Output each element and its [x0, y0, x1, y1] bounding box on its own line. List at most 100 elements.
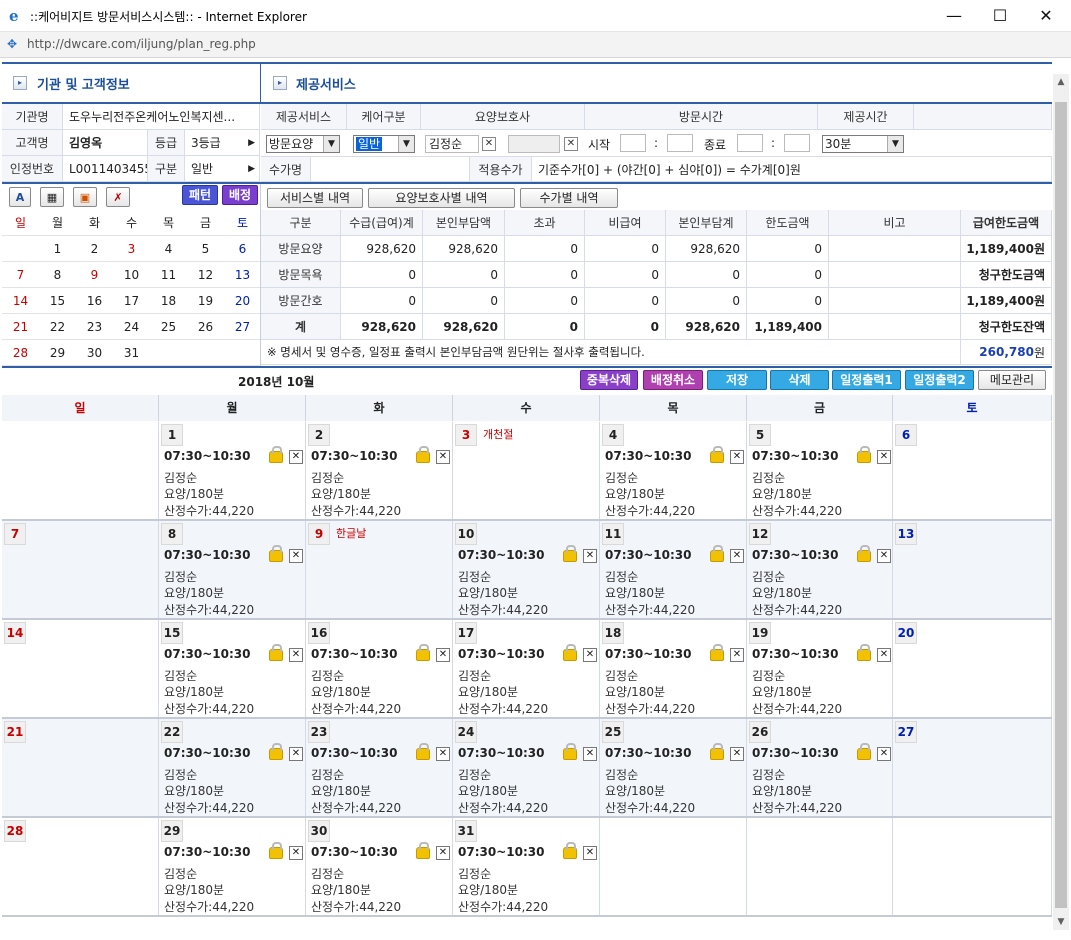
mini-day-cell[interactable]: 14: [2, 288, 39, 314]
schedule-time[interactable]: 07:30~10:30: [311, 449, 397, 463]
calendar-day-cell[interactable]: 10 07:30~10:30 ✕ 김정순 요양/180분 산정수가:44,220: [453, 521, 600, 618]
lock-icon[interactable]: [416, 743, 430, 760]
close-button[interactable]: ✕: [1023, 0, 1069, 32]
pattern-button[interactable]: 패턴: [182, 185, 218, 205]
lock-icon[interactable]: [416, 446, 430, 463]
delete-entry-icon[interactable]: ✕: [289, 648, 303, 662]
calendar-day-cell[interactable]: 19 07:30~10:30 ✕ 김정순 요양/180분 산정수가:44,220: [747, 620, 893, 717]
schedule-time[interactable]: 07:30~10:30: [605, 449, 691, 463]
lock-icon[interactable]: [857, 743, 871, 760]
delete-entry-icon[interactable]: ✕: [289, 846, 303, 860]
calendar-day-cell[interactable]: 30 07:30~10:30 ✕ 김정순 요양/180분 산정수가:44,220: [306, 818, 453, 915]
calendar-day-cell[interactable]: 18 07:30~10:30 ✕ 김정순 요양/180분 산정수가:44,220: [600, 620, 747, 717]
delete-entry-icon[interactable]: ✕: [730, 747, 744, 761]
calendar-day-cell[interactable]: 31 07:30~10:30 ✕ 김정순 요양/180분 산정수가:44,220: [453, 818, 600, 915]
mini-day-cell[interactable]: 21: [2, 314, 39, 340]
schedule-time[interactable]: 07:30~10:30: [311, 845, 397, 859]
calendar-day-cell[interactable]: 12 07:30~10:30 ✕ 김정순 요양/180분 산정수가:44,220: [747, 521, 893, 618]
delete-entry-icon[interactable]: ✕: [730, 648, 744, 662]
schedule-time[interactable]: 07:30~10:30: [311, 746, 397, 760]
calendar-day-cell[interactable]: 5 07:30~10:30 ✕ 김정순 요양/180분 산정수가:44,220: [747, 422, 893, 519]
address-bar[interactable]: ✥ http://dwcare.com/iljung/plan_reg.php: [0, 32, 1071, 58]
tab-caregiver-detail[interactable]: 요양보호사별 내역: [368, 188, 515, 208]
mini-day-cell[interactable]: 27: [224, 314, 261, 340]
delete-entry-icon[interactable]: ✕: [583, 846, 597, 860]
calendar-day-cell[interactable]: 28: [2, 818, 159, 915]
type-value[interactable]: 일반 ▶: [185, 156, 260, 182]
lock-icon[interactable]: [563, 644, 577, 661]
schedule-time[interactable]: 07:30~10:30: [752, 746, 838, 760]
delete-entry-icon[interactable]: ✕: [289, 747, 303, 761]
grade-value[interactable]: 3등급 ▶: [185, 130, 260, 156]
mini-day-cell[interactable]: 8: [39, 262, 76, 288]
scroll-down-icon[interactable]: ▼: [1053, 914, 1069, 930]
provide-time-select[interactable]: 30분 ▼: [822, 135, 904, 153]
care-select[interactable]: 일반 ▼: [353, 135, 415, 153]
lock-icon[interactable]: [857, 545, 871, 562]
lock-icon[interactable]: [710, 446, 724, 463]
schedule-time[interactable]: 07:30~10:30: [752, 548, 838, 562]
calendar-day-cell[interactable]: 16 07:30~10:30 ✕ 김정순 요양/180분 산정수가:44,220: [306, 620, 453, 717]
calendar-day-cell[interactable]: 9 한글날: [306, 521, 453, 618]
mini-day-cell[interactable]: 10: [113, 262, 150, 288]
calendar-day-cell[interactable]: 27: [893, 719, 1052, 816]
maximize-button[interactable]: ☐: [977, 0, 1023, 32]
mini-day-cell[interactable]: 13: [224, 262, 261, 288]
tab-fee-detail[interactable]: 수가별 내역: [520, 188, 618, 208]
mini-day-cell[interactable]: 18: [150, 288, 187, 314]
schedule-time[interactable]: 07:30~10:30: [458, 845, 544, 859]
schedule-time[interactable]: 07:30~10:30: [164, 845, 250, 859]
lock-icon[interactable]: [416, 644, 430, 661]
lock-icon[interactable]: [416, 842, 430, 859]
mini-day-cell[interactable]: 28: [2, 340, 39, 366]
url-text[interactable]: http://dwcare.com/iljung/plan_reg.php: [27, 37, 256, 51]
clear-caregiver-icon[interactable]: ✕: [482, 137, 496, 151]
mini-day-cell[interactable]: 19: [187, 288, 224, 314]
mini-day-cell[interactable]: 29: [39, 340, 76, 366]
mini-day-cell[interactable]: 23: [76, 314, 113, 340]
calendar-day-cell[interactable]: 8 07:30~10:30 ✕ 김정순 요양/180분 산정수가:44,220: [159, 521, 306, 618]
lock-icon[interactable]: [563, 842, 577, 859]
calendar-day-cell[interactable]: 4 07:30~10:30 ✕ 김정순 요양/180분 산정수가:44,220: [600, 422, 747, 519]
schedule-time[interactable]: 07:30~10:30: [164, 647, 250, 661]
scroll-thumb[interactable]: [1055, 102, 1067, 908]
lock-icon[interactable]: [269, 842, 283, 859]
calendar-day-cell[interactable]: 2 07:30~10:30 ✕ 김정순 요양/180분 산정수가:44,220: [306, 422, 453, 519]
delete-entry-icon[interactable]: ✕: [877, 648, 891, 662]
mini-day-cell[interactable]: 11: [150, 262, 187, 288]
delete-entry-icon[interactable]: ✕: [730, 549, 744, 563]
calendar-day-cell[interactable]: 6: [893, 422, 1052, 519]
cancel-assign-button[interactable]: 배정취소: [643, 370, 703, 390]
schedule-time[interactable]: 07:30~10:30: [311, 647, 397, 661]
mini-day-cell[interactable]: 7: [2, 262, 39, 288]
schedule-time[interactable]: 07:30~10:30: [458, 548, 544, 562]
memo-button[interactable]: 메모관리: [978, 370, 1046, 390]
lock-icon[interactable]: [563, 545, 577, 562]
schedule-time[interactable]: 07:30~10:30: [458, 647, 544, 661]
mini-day-cell[interactable]: 5: [187, 236, 224, 262]
calendar-day-cell[interactable]: 3 개천절: [453, 422, 600, 519]
vertical-scrollbar[interactable]: ▲ ▼: [1053, 74, 1069, 930]
dup-delete-button[interactable]: 중복삭제: [580, 370, 638, 390]
schedule-time[interactable]: 07:30~10:30: [164, 449, 250, 463]
calendar-day-cell[interactable]: 26 07:30~10:30 ✕ 김정순 요양/180분 산정수가:44,220: [747, 719, 893, 816]
mini-day-cell[interactable]: 3: [113, 236, 150, 262]
lock-icon[interactable]: [710, 545, 724, 562]
print1-button[interactable]: 일정출력1: [832, 370, 901, 390]
mini-day-cell[interactable]: 17: [113, 288, 150, 314]
delete-entry-icon[interactable]: ✕: [583, 747, 597, 761]
lock-icon[interactable]: [563, 743, 577, 760]
lock-icon[interactable]: [269, 743, 283, 760]
delete-entry-icon[interactable]: ✕: [583, 549, 597, 563]
minimize-button[interactable]: —: [931, 0, 977, 32]
delete-entry-icon[interactable]: ✕: [289, 450, 303, 464]
schedule-time[interactable]: 07:30~10:30: [752, 449, 838, 463]
delete-entry-icon[interactable]: ✕: [436, 450, 450, 464]
mini-day-cell[interactable]: 6: [224, 236, 261, 262]
delete-button[interactable]: 삭제: [770, 370, 829, 390]
mini-day-cell[interactable]: 12: [187, 262, 224, 288]
mini-calendar2-button[interactable]: ▣: [73, 187, 97, 207]
delete-entry-icon[interactable]: ✕: [436, 846, 450, 860]
calendar-day-cell[interactable]: 13: [893, 521, 1052, 618]
calendar-day-cell[interactable]: 25 07:30~10:30 ✕ 김정순 요양/180분 산정수가:44,220: [600, 719, 747, 816]
